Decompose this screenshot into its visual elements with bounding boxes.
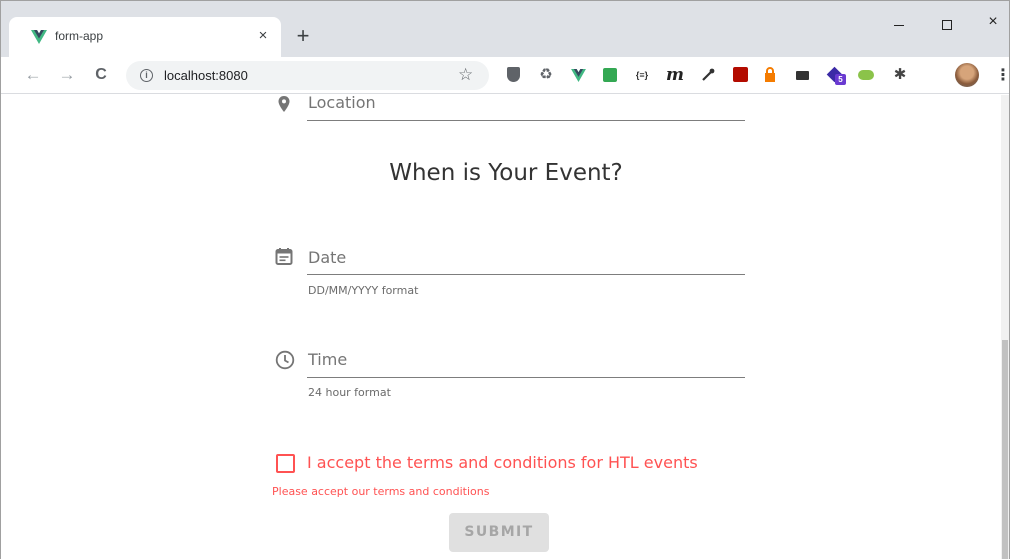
m-icon[interactable]: m <box>666 66 684 84</box>
profile-avatar[interactable] <box>955 63 979 87</box>
new-tab-button[interactable]: + <box>293 25 313 47</box>
forward-arrow-icon[interactable]: → <box>57 65 77 85</box>
time-field[interactable]: Time <box>308 350 347 369</box>
minimize-icon <box>894 25 904 26</box>
page-viewport: Location When is Your Event? Date DD/MM/… <box>1 95 1009 559</box>
browser-toolbar: ← → C i localhost:8080 ☆ ♻ {≡} m 5 ✱ ⋮ <box>1 57 1010 94</box>
maximize-button[interactable] <box>927 13 967 37</box>
toggle-icon[interactable] <box>857 66 875 84</box>
time-underline <box>307 377 745 378</box>
tab-strip: form-app × + × <box>1 1 1009 57</box>
ublock-icon[interactable] <box>504 66 522 84</box>
section-title: When is Your Event? <box>389 160 623 186</box>
terms-error: Please accept our terms and conditions <box>272 485 490 498</box>
extension-badge: 5 <box>835 74 846 85</box>
json-viewer-icon[interactable]: {≡} <box>633 66 651 84</box>
date-hint: DD/MM/YYYY format <box>308 284 419 297</box>
calendar-icon[interactable] <box>275 247 293 265</box>
back-arrow-icon[interactable]: ← <box>23 65 43 85</box>
reload-icon[interactable]: C <box>91 65 111 85</box>
window-close-button[interactable]: × <box>973 13 1010 37</box>
menu-kebab-icon[interactable]: ⋮ <box>995 65 1010 85</box>
lock-badge-icon[interactable] <box>761 66 779 84</box>
browser-tab[interactable]: form-app × <box>9 17 281 57</box>
terms-label[interactable]: I accept the terms and conditions for HT… <box>307 453 698 472</box>
url-text: localhost:8080 <box>164 68 248 83</box>
minimize-button[interactable] <box>879 13 919 37</box>
recycle-icon[interactable]: ♻ <box>537 66 555 84</box>
location-field[interactable]: Location <box>308 95 376 112</box>
video-icon[interactable] <box>793 66 811 84</box>
bookmark-star-icon[interactable]: ☆ <box>458 65 473 85</box>
info-icon[interactable]: i <box>140 69 153 82</box>
eyedropper-icon[interactable] <box>699 66 717 84</box>
scrollbar-thumb[interactable] <box>1002 340 1008 559</box>
submit-button[interactable]: SUBMIT <box>449 513 549 552</box>
time-hint: 24 hour format <box>308 386 391 399</box>
vue-devtools-icon[interactable] <box>569 66 587 84</box>
address-bar[interactable]: i localhost:8080 ☆ <box>126 61 489 90</box>
clock-icon[interactable] <box>275 350 295 370</box>
acrobat-icon[interactable] <box>731 66 749 84</box>
maximize-icon <box>942 20 952 30</box>
date-field[interactable]: Date <box>308 248 346 267</box>
vue-logo-icon <box>31 30 47 44</box>
puzzle-icon[interactable]: ✱ <box>891 66 909 84</box>
date-underline <box>307 274 745 275</box>
scrollbar[interactable] <box>1001 95 1009 559</box>
terms-checkbox[interactable] <box>276 454 295 473</box>
location-underline <box>307 120 745 121</box>
location-pin-icon <box>278 96 290 112</box>
browser-window: form-app × + × ← → C i localhost:8080 ☆ … <box>0 0 1010 559</box>
tab-close-icon[interactable]: × <box>253 26 273 46</box>
green-save-icon[interactable] <box>601 66 619 84</box>
tab-title: form-app <box>55 29 104 43</box>
